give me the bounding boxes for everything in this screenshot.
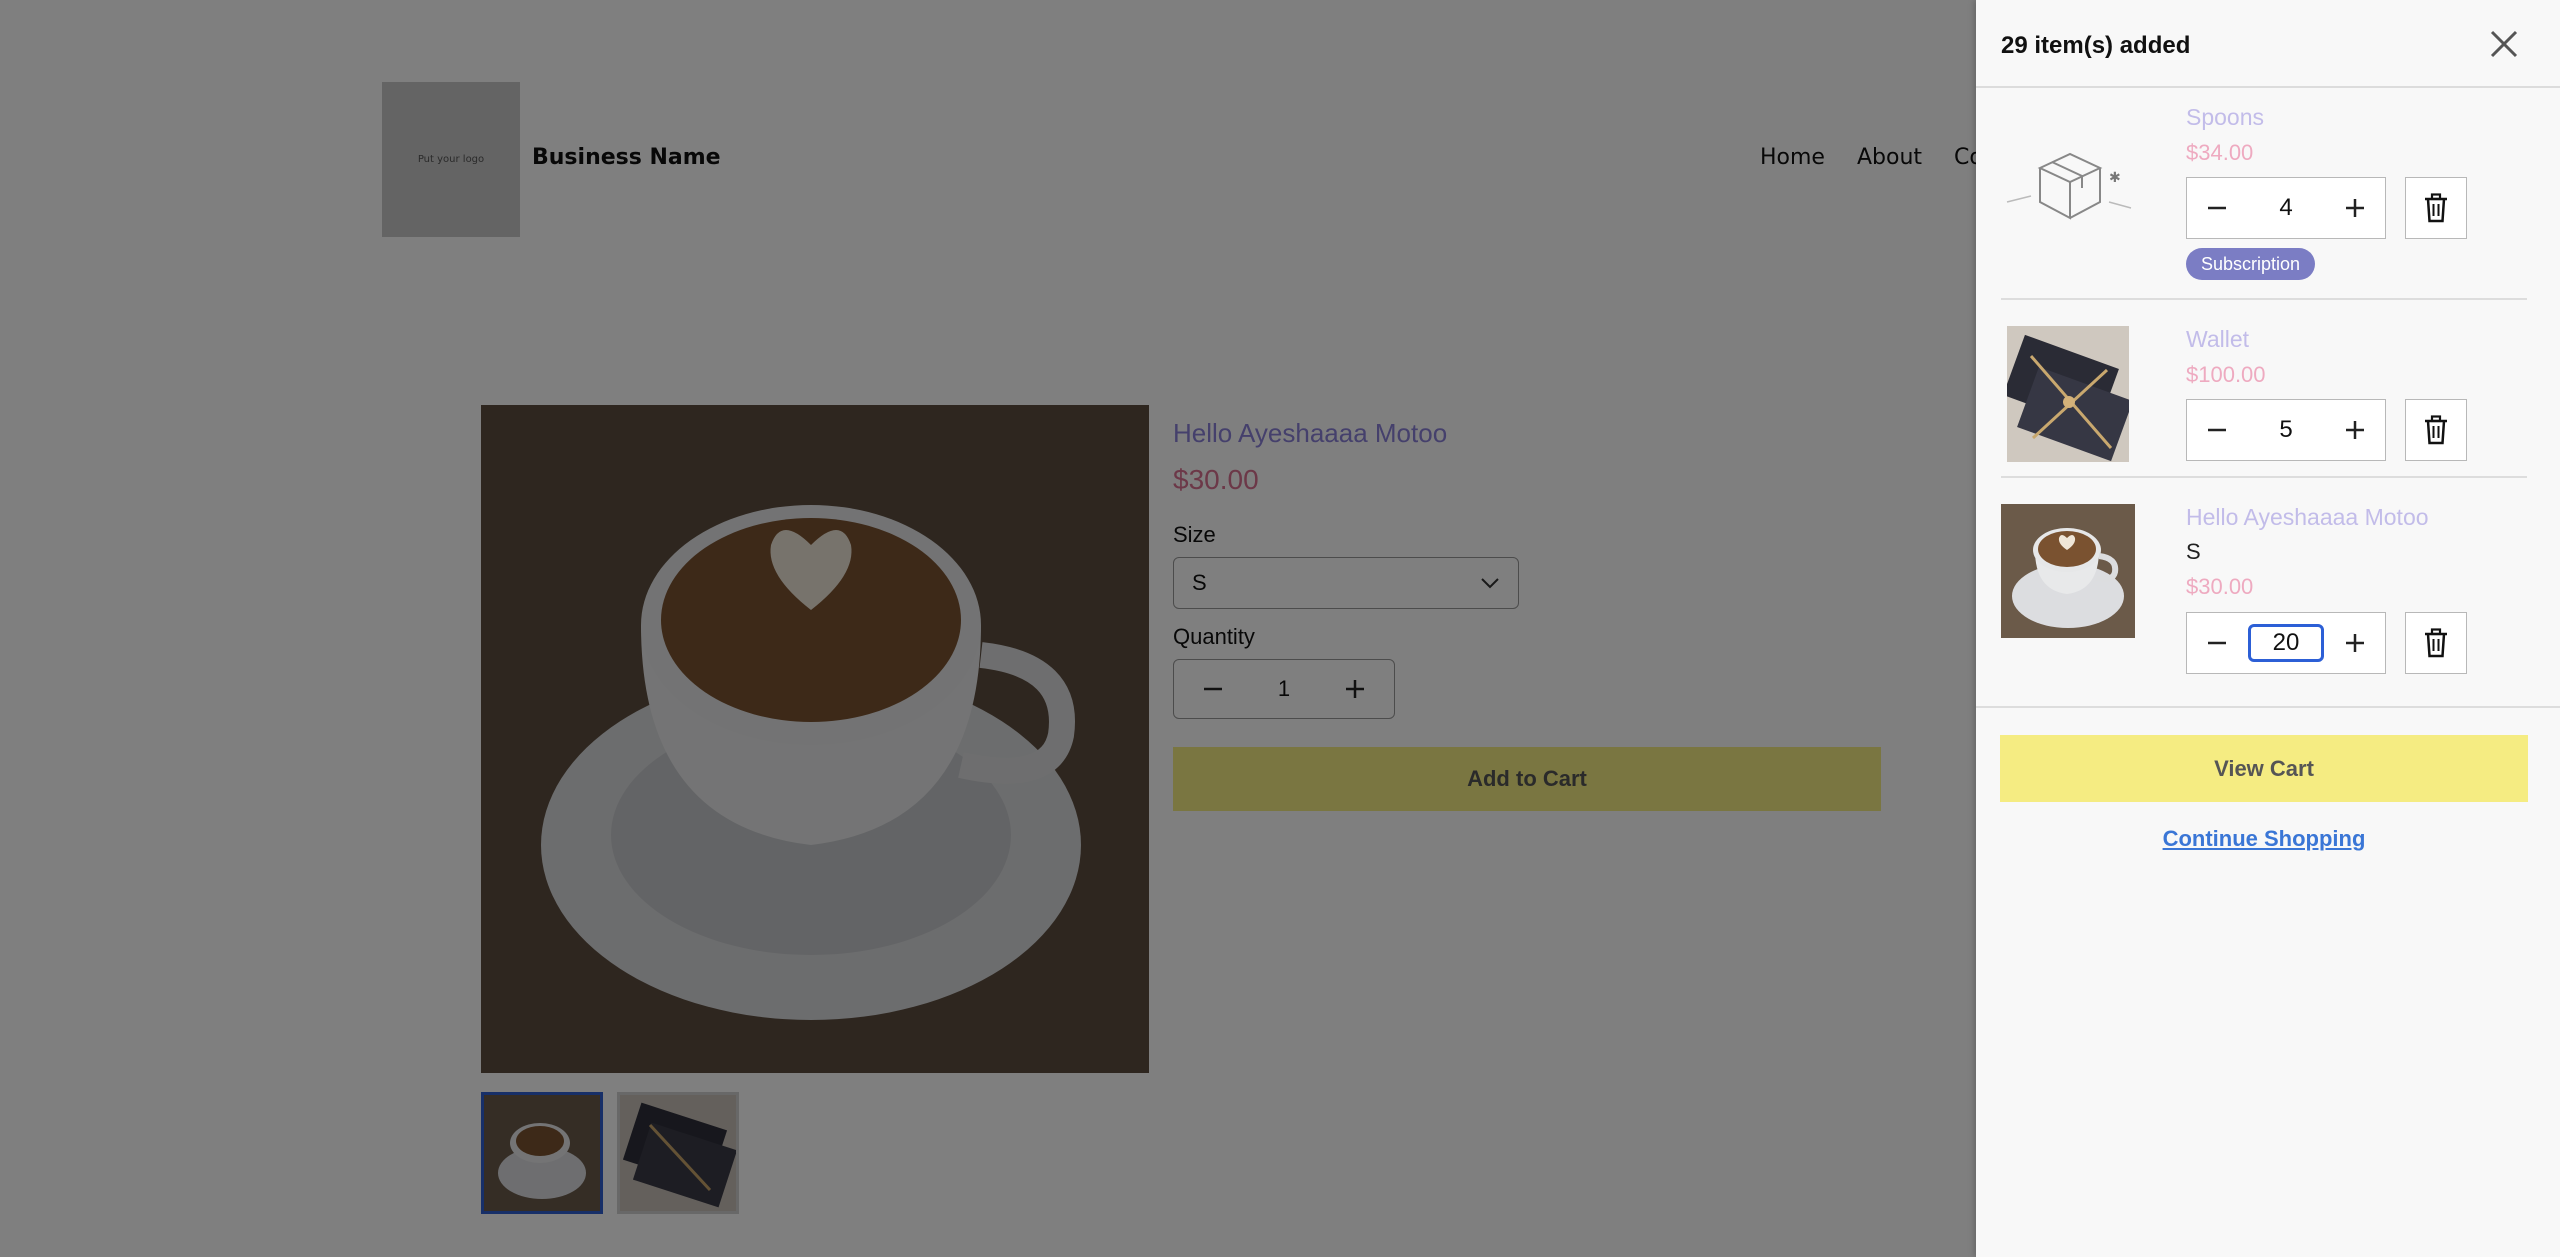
- cart-item-price: $100.00: [2186, 362, 2266, 387]
- trash-icon: [2425, 193, 2447, 223]
- cart-item-variant: S: [2186, 539, 2201, 564]
- cart-item-image: [2001, 504, 2135, 638]
- plus-icon: [2346, 421, 2364, 439]
- cart-count-title: 29 item(s) added: [2001, 32, 2191, 59]
- cart-item-image: ✱: [2001, 110, 2139, 248]
- cart-item-hello-ayeshaaaa-motoo: Hello Ayeshaaaa Motoo S $30.00 20: [2001, 500, 2527, 696]
- cart-item-image: [2007, 326, 2129, 462]
- minus-icon: [2208, 428, 2226, 432]
- decrease-quantity-button[interactable]: [2201, 414, 2233, 446]
- item-divider: [2001, 476, 2527, 478]
- quantity-stepper: 5: [2186, 399, 2386, 461]
- wrapped-gift-photo: [2007, 326, 2129, 462]
- quantity-stepper: 4: [2186, 177, 2386, 239]
- trash-icon: [2425, 415, 2447, 445]
- remove-item-button[interactable]: [2405, 399, 2467, 461]
- svg-text:✱: ✱: [2109, 170, 2121, 186]
- increase-quantity-button[interactable]: [2339, 192, 2371, 224]
- coffee-cup-photo: [2001, 504, 2135, 638]
- quantity-stepper: 20: [2186, 612, 2386, 674]
- view-cart-button[interactable]: View Cart: [2000, 735, 2528, 802]
- minus-icon: [2208, 206, 2226, 210]
- decrease-quantity-button[interactable]: [2201, 192, 2233, 224]
- continue-shopping-link[interactable]: Continue Shopping: [1976, 826, 2552, 852]
- minus-icon: [2208, 641, 2226, 645]
- item-divider: [2001, 298, 2527, 300]
- cart-item-name[interactable]: Spoons: [2186, 104, 2264, 131]
- cart-item-wallet: Wallet $100.00 5: [2001, 322, 2527, 472]
- subscription-badge: Subscription: [2186, 248, 2316, 280]
- quantity-input[interactable]: 4: [2248, 189, 2324, 227]
- increase-quantity-button[interactable]: [2339, 627, 2371, 659]
- close-drawer-button[interactable]: [2484, 24, 2524, 64]
- cart-item-spoons: ✱ Spoons $34.00 4 Subscription: [2001, 100, 2527, 286]
- quantity-input[interactable]: 20: [2248, 624, 2324, 662]
- plus-icon: [2346, 199, 2364, 217]
- remove-item-button[interactable]: [2405, 612, 2467, 674]
- cart-item-price: $30.00: [2186, 574, 2254, 599]
- cart-drawer: 29 item(s) added ✱ Spoons $34.00 4 Subsc…: [1976, 0, 2560, 1257]
- increase-quantity-button[interactable]: [2339, 414, 2371, 446]
- quantity-input[interactable]: 5: [2248, 411, 2324, 449]
- cart-item-price: $34.00: [2186, 140, 2254, 165]
- cart-drawer-header: 29 item(s) added: [1976, 0, 2560, 88]
- decrease-quantity-button[interactable]: [2201, 627, 2233, 659]
- trash-icon: [2425, 628, 2447, 658]
- item-divider: [1976, 706, 2560, 708]
- package-placeholder-icon: ✱: [2001, 110, 2139, 248]
- cart-item-name[interactable]: Hello Ayeshaaaa Motoo: [2186, 504, 2429, 531]
- plus-icon: [2346, 634, 2364, 652]
- remove-item-button[interactable]: [2405, 177, 2467, 239]
- cart-item-name[interactable]: Wallet: [2186, 326, 2249, 353]
- close-icon: [2490, 30, 2518, 58]
